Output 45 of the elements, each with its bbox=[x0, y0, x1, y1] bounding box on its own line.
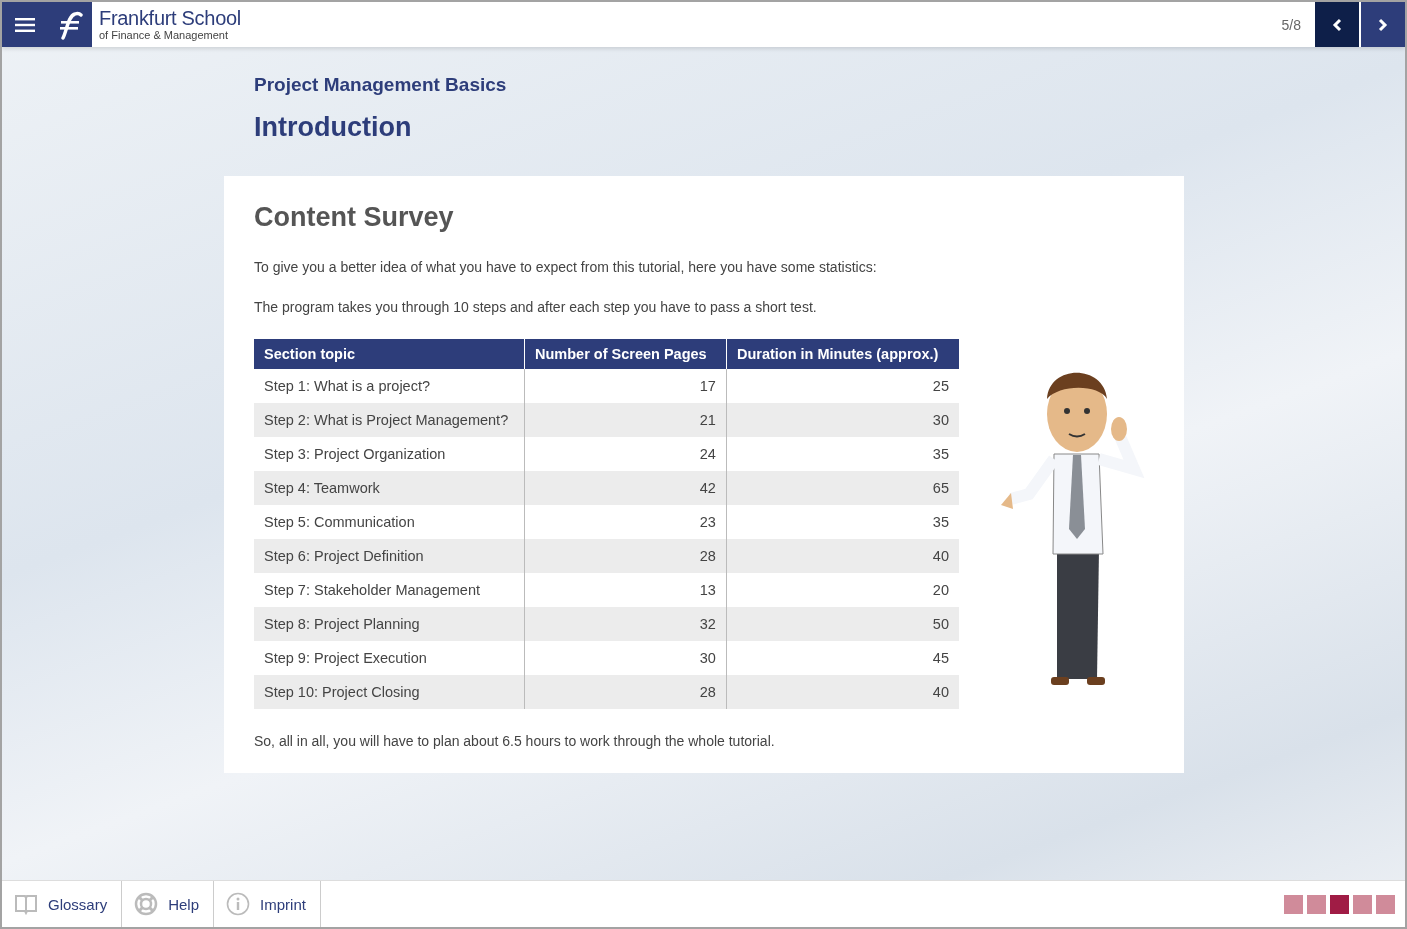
table-cell: 30 bbox=[726, 403, 959, 437]
paragraph: The program takes you through 10 steps and after each step you have to pass a short test. bbox=[254, 299, 818, 315]
lifebuoy-icon bbox=[134, 892, 159, 916]
page-counter: 5/8 bbox=[1281, 16, 1301, 33]
next-button[interactable] bbox=[1361, 2, 1405, 47]
column-header: Duration in Minutes (approx.) bbox=[726, 339, 959, 369]
footer-link[interactable]: Help bbox=[122, 881, 215, 927]
column-header: Section topic bbox=[254, 339, 525, 369]
table-cell: 65 bbox=[726, 471, 959, 505]
chapter-title: Introduction bbox=[254, 112, 413, 143]
table-cell: Step 4: Teamwork bbox=[254, 471, 525, 505]
footer-link[interactable]: Imprint bbox=[214, 881, 321, 927]
logo-subtitle: of Finance & Management bbox=[99, 29, 230, 42]
table-cell: Step 10: Project Closing bbox=[254, 675, 525, 709]
book-icon bbox=[14, 893, 38, 915]
table-cell: 32 bbox=[524, 607, 727, 641]
course-title: Project Management Basics bbox=[254, 74, 507, 96]
menu-button[interactable] bbox=[2, 2, 48, 47]
table-cell: Step 2: What is Project Management? bbox=[254, 403, 525, 437]
table-cell: 40 bbox=[726, 675, 959, 709]
table-cell: Step 8: Project Planning bbox=[254, 607, 525, 641]
table-cell: Step 3: Project Organization bbox=[254, 437, 525, 471]
table-cell: 42 bbox=[524, 471, 727, 505]
footer-link[interactable]: Glossary bbox=[2, 881, 123, 927]
table-cell: 21 bbox=[524, 403, 727, 437]
table-cell: 28 bbox=[524, 539, 727, 573]
table-cell: 28 bbox=[524, 675, 727, 709]
paragraph: To give you a better idea of what you have to expect from this tutorial, here you have some statistics: bbox=[254, 259, 878, 275]
progress-square[interactable] bbox=[1330, 894, 1349, 914]
table-cell: Step 1: What is a project? bbox=[254, 369, 525, 403]
chevron-right-icon bbox=[1378, 17, 1388, 32]
previous-button[interactable] bbox=[1315, 2, 1359, 47]
table-cell: 40 bbox=[726, 539, 959, 573]
menu-icon bbox=[15, 17, 35, 32]
chevron-left-icon bbox=[1332, 17, 1342, 32]
info-icon bbox=[226, 892, 251, 916]
table-cell: Step 5: Communication bbox=[254, 505, 525, 539]
card-heading: Content Survey bbox=[254, 202, 455, 233]
table-cell: 50 bbox=[726, 607, 959, 641]
table-cell: Step 6: Project Definition bbox=[254, 539, 525, 573]
summary-text: So, all in all, you will have to plan about 6.5 hours to work through the whole tutorial. bbox=[254, 733, 776, 749]
logo-title: Frankfurt School bbox=[99, 7, 241, 29]
column-header: Number of Screen Pages bbox=[524, 339, 727, 369]
table-cell: Step 9: Project Execution bbox=[254, 641, 525, 675]
table-cell: Step 7: Stakeholder Management bbox=[254, 573, 525, 607]
